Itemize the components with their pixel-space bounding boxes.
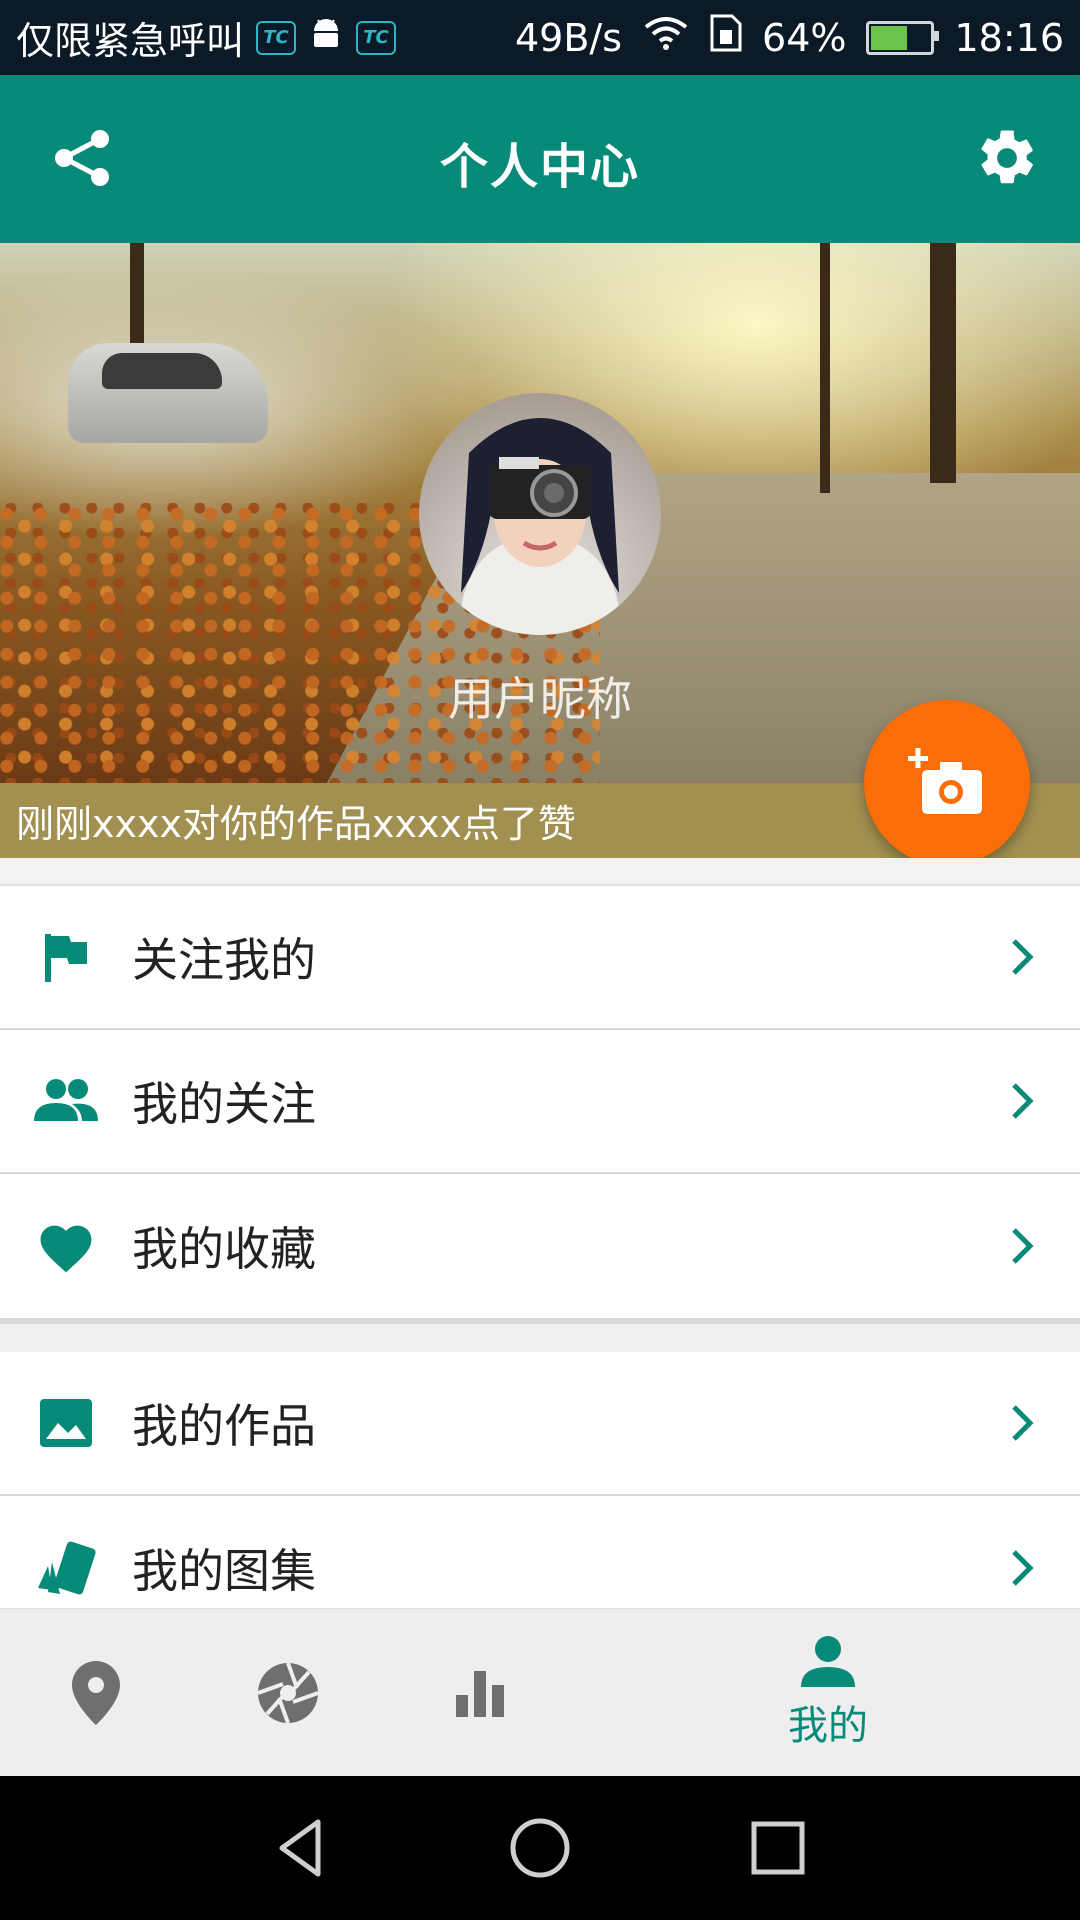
chevron-right-icon (1012, 1228, 1034, 1264)
battery-icon (866, 20, 940, 55)
notification-text: 刚刚xxxx对你的作品xxxx点了赞 (16, 802, 576, 846)
system-navigation-bar (0, 1776, 1080, 1920)
nav-item-map[interactable] (56, 1609, 136, 1777)
add-photo-button[interactable] (864, 700, 1030, 866)
section-divider-2 (0, 1318, 1080, 1352)
tc-app-icon-2: TC (356, 20, 397, 55)
menu-group-social: 关注我的 我的关注 我的收藏 (0, 886, 1080, 1318)
background-car (68, 343, 268, 443)
android-icon (308, 16, 344, 60)
avatar[interactable] (419, 393, 661, 635)
menu-item-favorites[interactable]: 我的收藏 (0, 1174, 1080, 1318)
heart-icon (34, 1214, 98, 1278)
menu-item-my-works[interactable]: 我的作品 (0, 1352, 1080, 1496)
location-pin-icon (72, 1661, 120, 1725)
app-bar: 个人中心 (0, 75, 1080, 243)
back-icon[interactable] (270, 1816, 334, 1880)
image-icon (34, 1391, 98, 1455)
carrier-text: 仅限紧急呼叫 (16, 19, 245, 63)
camera-aperture-icon (257, 1662, 319, 1724)
menu-item-label: 我的关注 (132, 1077, 316, 1131)
battery-percent: 64% (762, 15, 847, 60)
profile-header: 用户昵称 (0, 243, 1080, 783)
nav-label-me: 我的 (788, 1703, 868, 1749)
people-icon (34, 1069, 98, 1133)
person-icon (801, 1636, 855, 1687)
avatar-photo (459, 418, 621, 635)
home-icon[interactable] (508, 1816, 572, 1880)
gear-icon (981, 130, 1033, 184)
nav-item-camera[interactable] (248, 1609, 328, 1777)
chevron-right-icon (1012, 939, 1034, 975)
chevron-right-icon (1012, 1083, 1034, 1119)
collection-icon (34, 1536, 98, 1600)
chevron-right-icon (1012, 1405, 1034, 1441)
menu-item-label: 我的作品 (132, 1399, 316, 1453)
menu-item-followers[interactable]: 关注我的 (0, 886, 1080, 1030)
settings-button[interactable] (974, 125, 1040, 191)
menu-item-label: 我的收藏 (132, 1222, 316, 1276)
flag-icon (34, 925, 98, 989)
status-bar: 仅限紧急呼叫 TC TC 49B/s 64% 18:16 (0, 0, 1080, 75)
nav-item-stats[interactable] (440, 1609, 520, 1777)
nav-item-me[interactable]: 我的 (760, 1609, 896, 1777)
menu-group-works: 我的作品 我的图集 (0, 1352, 1080, 1640)
clock: 18:16 (954, 15, 1064, 60)
menu-item-label: 关注我的 (132, 933, 316, 987)
recents-icon[interactable] (746, 1816, 810, 1880)
section-divider (0, 858, 1080, 886)
wifi-icon (642, 15, 690, 60)
background-tree-2 (820, 243, 830, 493)
menu-item-following[interactable]: 我的关注 (0, 1030, 1080, 1174)
bar-chart-icon (456, 1671, 504, 1717)
bottom-navigation: 我的 (0, 1608, 1080, 1777)
page-title: 个人中心 (439, 139, 640, 195)
chevron-right-icon (1012, 1550, 1034, 1586)
sim-icon (710, 14, 742, 61)
add-photo-icon (908, 748, 982, 814)
background-tree-3 (930, 243, 956, 483)
menu-item-label: 我的图集 (132, 1544, 316, 1598)
tc-app-icon: TC (256, 20, 297, 55)
network-speed: 49B/s (514, 15, 623, 60)
